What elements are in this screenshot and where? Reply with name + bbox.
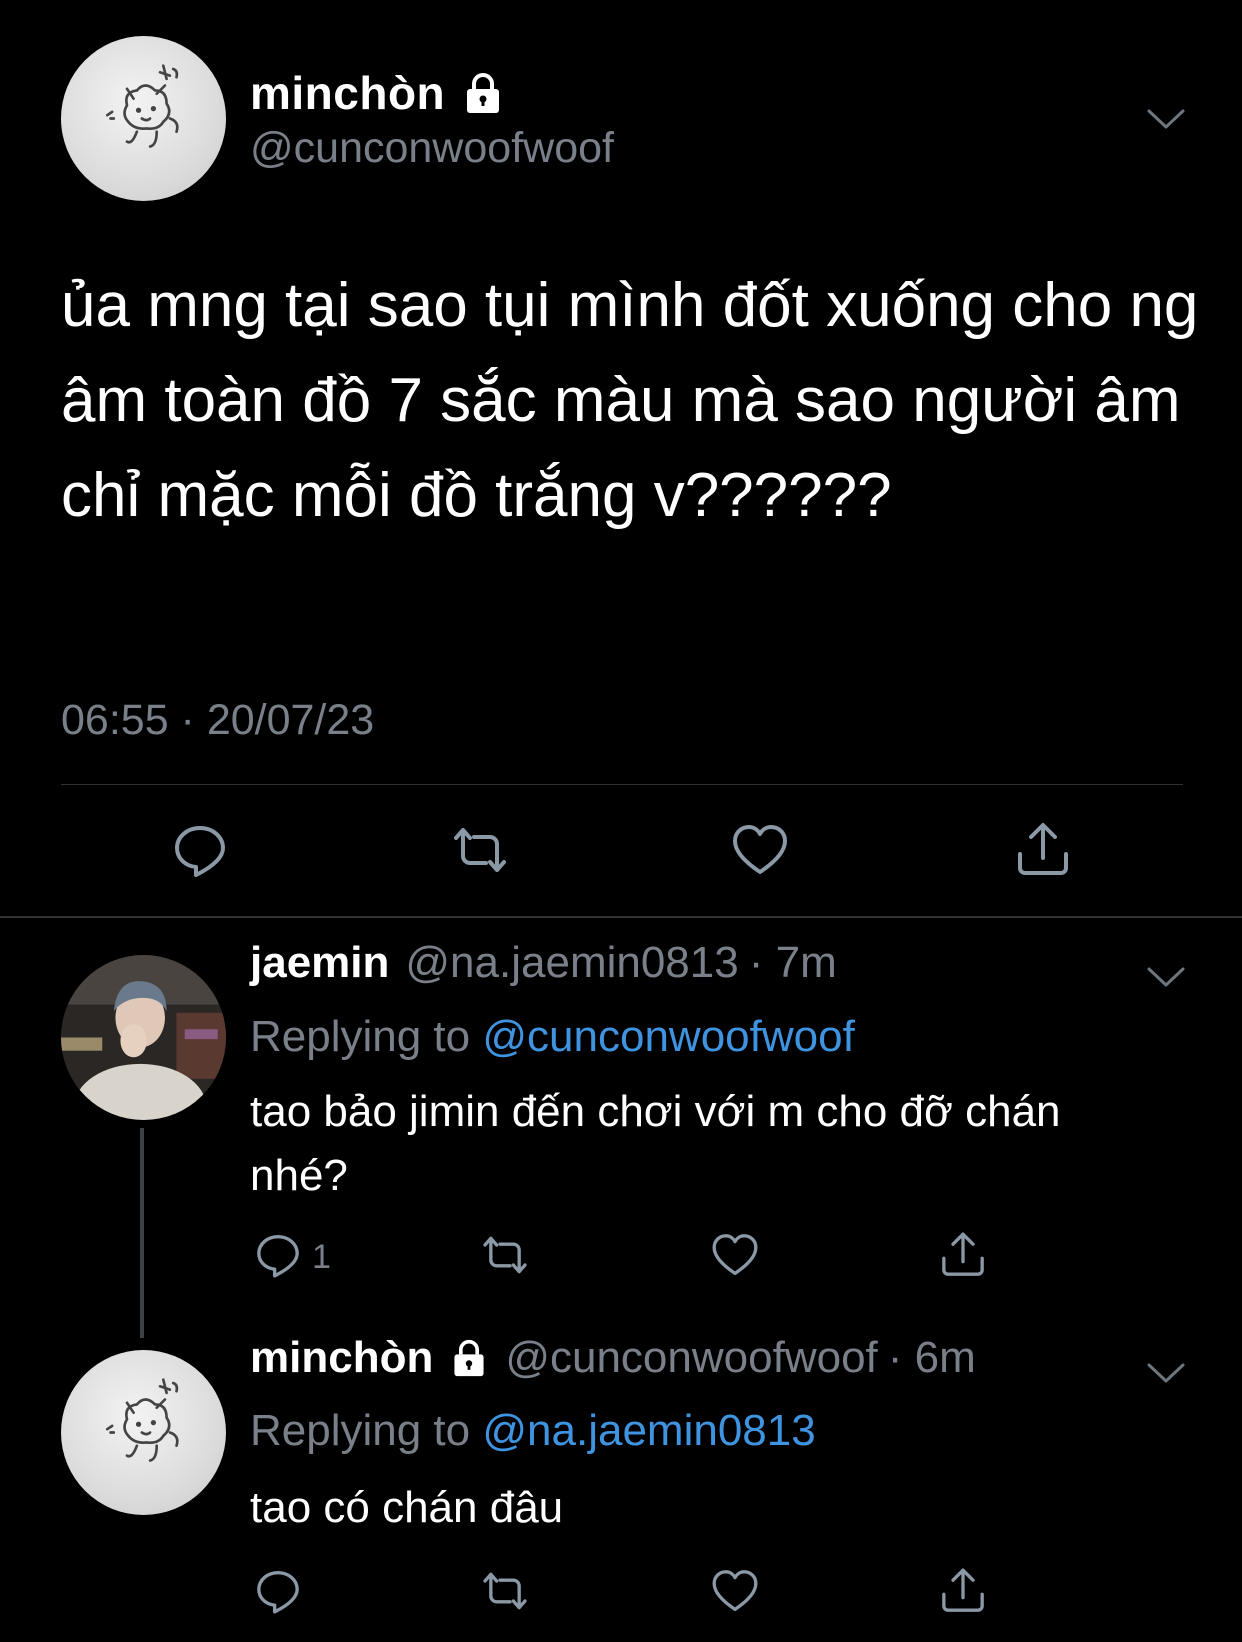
mention-link[interactable]: @cunconwoofwoof xyxy=(482,1012,854,1061)
retweet-icon[interactable] xyxy=(450,820,510,880)
timestamp[interactable]: 06:55 · 20/07/23 xyxy=(61,696,374,745)
chevron-down-icon[interactable] xyxy=(1146,106,1186,132)
replying-to: Replying to @na.jaemin0813 xyxy=(250,1406,816,1456)
divider xyxy=(0,916,1242,918)
replying-label: Replying to xyxy=(250,1406,471,1455)
chevron-down-icon[interactable] xyxy=(1146,1360,1186,1386)
like-icon[interactable] xyxy=(710,1566,760,1616)
reply-time[interactable]: · 7m xyxy=(749,938,837,988)
display-name[interactable]: minchòn xyxy=(250,1333,433,1383)
chevron-down-icon[interactable] xyxy=(1146,964,1186,990)
replying-label: Replying to xyxy=(250,1012,471,1061)
handle[interactable]: @cunconwoofwoof xyxy=(250,124,614,173)
lock-icon xyxy=(449,1338,489,1378)
dog-doodle-icon xyxy=(105,64,179,148)
reply-header: minchòn @cunconwoofwoof · 6m xyxy=(250,1333,976,1383)
thread-connector xyxy=(140,1128,144,1338)
reply-icon[interactable] xyxy=(170,820,230,880)
reply-text: tao có chán đâu xyxy=(250,1483,564,1532)
like-icon[interactable] xyxy=(710,1230,760,1280)
profile-photo xyxy=(61,955,226,1120)
divider xyxy=(61,784,1183,785)
share-icon[interactable] xyxy=(1013,820,1073,880)
reply-text: tao bảo jimin đến chơi với m cho đỡ chán… xyxy=(250,1087,1061,1200)
dog-doodle-icon xyxy=(105,1378,179,1462)
handle[interactable]: @cunconwoofwoof xyxy=(505,1333,877,1383)
avatar[interactable] xyxy=(61,955,226,1120)
retweet-icon[interactable] xyxy=(480,1230,530,1280)
display-name[interactable]: minchòn xyxy=(250,66,505,120)
lock-icon xyxy=(461,71,505,115)
avatar[interactable] xyxy=(61,36,226,201)
avatar[interactable] xyxy=(61,1350,226,1515)
replying-to: Replying to @cunconwoofwoof xyxy=(250,1012,855,1062)
like-icon[interactable] xyxy=(730,820,790,880)
share-icon[interactable] xyxy=(938,1566,988,1616)
reply-icon[interactable] xyxy=(253,1566,303,1616)
main-tweet: minchòn @cunconwoofwoof ủa mng tại sao t… xyxy=(0,0,1242,917)
reply-header: jaemin @na.jaemin0813 · 7m xyxy=(250,938,837,988)
mention-link[interactable]: @na.jaemin0813 xyxy=(482,1406,815,1455)
retweet-icon[interactable] xyxy=(480,1566,530,1616)
reply-time[interactable]: · 6m xyxy=(888,1333,976,1383)
share-icon[interactable] xyxy=(938,1230,988,1280)
reply-count: 1 xyxy=(312,1238,331,1276)
handle[interactable]: @na.jaemin0813 xyxy=(405,938,738,988)
tweet-text: ủa mng tại sao tụi mình đốt xuống cho ng… xyxy=(61,271,1199,530)
display-name[interactable]: jaemin xyxy=(250,938,389,988)
display-name-text[interactable]: minchòn xyxy=(250,66,445,120)
reply-icon[interactable] xyxy=(253,1230,303,1280)
